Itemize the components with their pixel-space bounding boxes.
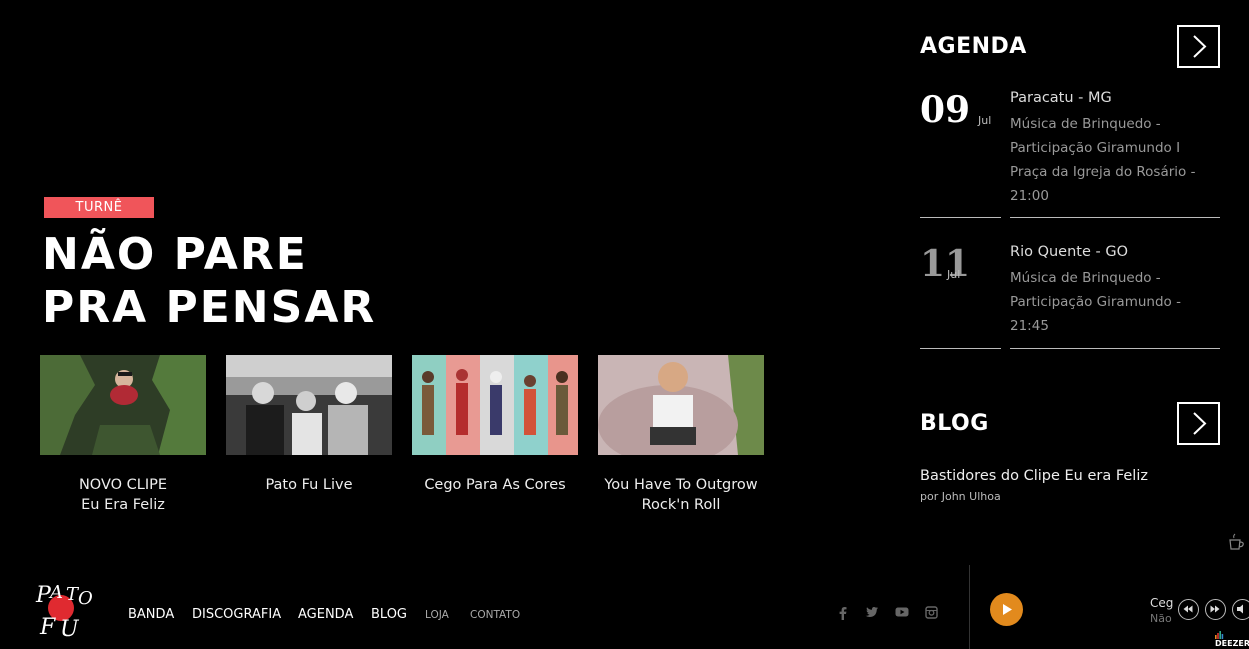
event-description: Música de Brinquedo - Participação Giram…	[1010, 116, 1196, 204]
play-button[interactable]	[990, 593, 1023, 626]
blog-more-button[interactable]	[1177, 402, 1220, 445]
video-title[interactable]: NOVO CLIPE Eu Era Feliz	[40, 475, 206, 515]
event-place[interactable]: Rio Quente - GO	[1010, 244, 1220, 260]
svg-text:A: A	[48, 582, 63, 603]
play-icon	[1003, 604, 1012, 615]
video-thumbnail[interactable]	[412, 355, 578, 455]
hero-title-line-2: PRA PENSAR	[42, 282, 377, 333]
nav-item-banda[interactable]: BANDA	[128, 607, 174, 622]
blog-post-title[interactable]: Bastidores do Clipe Eu era Feliz	[920, 468, 1148, 484]
nav-item-loja[interactable]: LOJA	[425, 609, 449, 621]
divider	[920, 348, 1001, 349]
video-title-line-2: Eu Era Feliz	[81, 497, 165, 513]
facebook-icon[interactable]	[838, 606, 848, 620]
fast-forward-icon	[1210, 605, 1220, 613]
volume-button[interactable]	[1232, 599, 1249, 620]
svg-text:F: F	[39, 615, 56, 640]
event-month: Jul	[947, 268, 961, 281]
next-button[interactable]	[1205, 599, 1226, 620]
svg-text:O: O	[78, 588, 93, 609]
video-title[interactable]: Cego Para As Cores	[412, 475, 578, 495]
video-thumbnail[interactable]	[598, 355, 764, 455]
video-title-line-2: Rock'n Roll	[641, 497, 721, 513]
nav-item-discografia[interactable]: DISCOGRAFIA	[192, 607, 281, 622]
video-card[interactable]: Pato Fu Live	[226, 355, 392, 495]
volume-icon	[1237, 604, 1243, 614]
track-title: Ceg	[1150, 596, 1174, 610]
video-card[interactable]: NOVO CLIPE Eu Era Feliz	[40, 355, 206, 515]
video-title[interactable]: Pato Fu Live	[226, 475, 392, 495]
divider	[1010, 348, 1220, 349]
event-day: 09	[920, 89, 971, 131]
event-description: Música de Brinquedo - Participação Giram…	[1010, 270, 1181, 334]
chevron-right-icon	[1193, 412, 1207, 435]
video-title-line-1: You Have To Outgrow	[604, 477, 758, 493]
twitter-icon[interactable]	[865, 606, 879, 618]
event-place[interactable]: Paracatu - MG	[1010, 90, 1220, 106]
agenda-more-button[interactable]	[1177, 25, 1220, 68]
divider	[920, 217, 1001, 218]
divider	[1010, 217, 1220, 218]
pato-fu-logo[interactable]: P A T O F U	[34, 578, 94, 640]
cup-icon[interactable]	[1228, 532, 1246, 552]
deezer-bars-icon	[1215, 630, 1224, 639]
video-thumbnail[interactable]	[226, 355, 392, 455]
chevron-right-icon	[1193, 35, 1207, 58]
youtube-icon[interactable]	[895, 606, 909, 618]
nav-item-contato[interactable]: CONTATO	[470, 609, 520, 621]
previous-button[interactable]	[1178, 599, 1199, 620]
video-card[interactable]: Cego Para As Cores	[412, 355, 578, 495]
nav-item-agenda[interactable]: AGENDA	[298, 607, 353, 622]
video-title-line-1: Cego Para As Cores	[424, 477, 566, 493]
deezer-label: DEEZER	[1215, 639, 1249, 648]
blog-post-author: por John Ulhoa	[920, 490, 1001, 503]
agenda-heading[interactable]: AGENDA	[920, 34, 1027, 59]
video-thumbnail[interactable]	[40, 355, 206, 455]
hero-title[interactable]: NÃO PARE PRA PENSAR	[42, 228, 462, 334]
event-month: Jul	[978, 114, 992, 127]
rewind-icon	[1183, 605, 1193, 613]
hero-title-line-1: NÃO PARE	[42, 229, 308, 280]
video-card[interactable]: You Have To Outgrow Rock'n Roll	[598, 355, 764, 515]
track-artist: Não	[1150, 612, 1172, 625]
video-title[interactable]: You Have To Outgrow Rock'n Roll	[598, 475, 764, 515]
instagram-icon[interactable]	[925, 606, 938, 619]
category-tag[interactable]: TURNÊ	[44, 197, 154, 218]
nav-item-blog[interactable]: BLOG	[371, 607, 407, 622]
deezer-logo[interactable]: DEEZER	[1215, 630, 1249, 648]
player-divider	[969, 565, 970, 649]
blog-heading[interactable]: BLOG	[920, 411, 989, 436]
video-title-line-1: NOVO CLIPE	[78, 477, 168, 493]
video-title-line-1: Pato Fu Live	[265, 477, 353, 493]
svg-text:U: U	[60, 617, 80, 640]
event-day: 11	[920, 243, 971, 285]
